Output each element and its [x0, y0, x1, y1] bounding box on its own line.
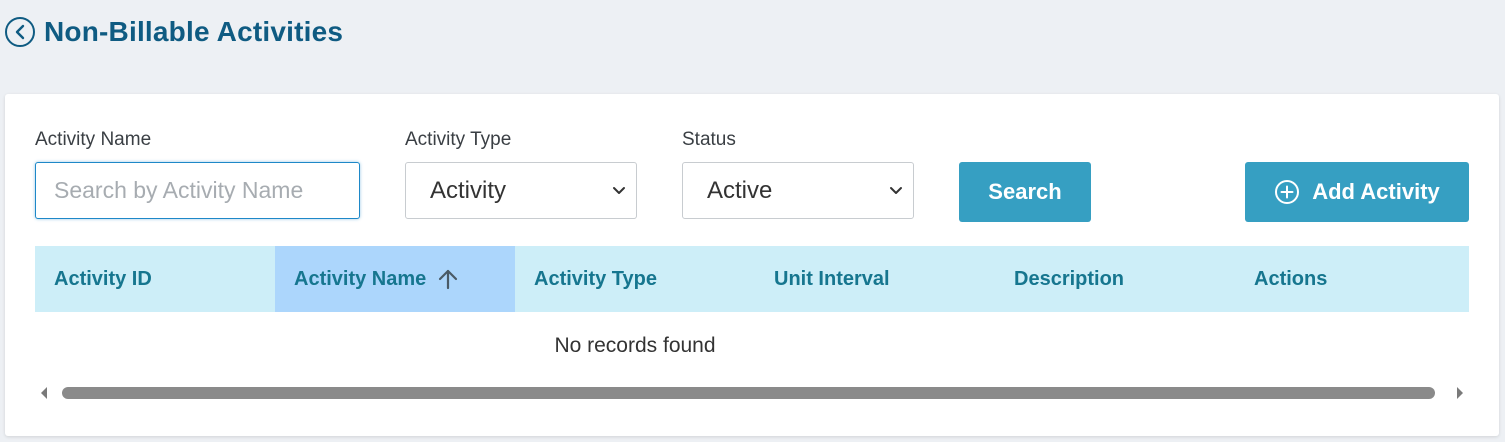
activity-type-label: Activity Type	[405, 129, 512, 150]
scroll-left-arrow-icon[interactable]	[37, 386, 51, 400]
status-selected-value: Active	[707, 176, 773, 204]
chevron-down-icon	[613, 186, 625, 194]
column-header-description[interactable]: Description	[995, 246, 1235, 312]
column-header-label: Activity Type	[534, 267, 657, 290]
activities-card: Activity Name Activity Type Activity Sta…	[5, 94, 1499, 436]
chevron-left-icon	[15, 24, 25, 40]
activity-type-select[interactable]: Activity	[405, 162, 637, 219]
chevron-down-icon	[890, 186, 902, 194]
search-button[interactable]: Search	[959, 162, 1091, 222]
empty-table-message: No records found	[554, 334, 716, 357]
column-header-label: Activity ID	[54, 267, 152, 290]
arrow-up-icon	[438, 268, 458, 290]
activity-type-selected-value: Activity	[430, 176, 507, 204]
column-header-actions[interactable]: Actions	[1235, 246, 1469, 312]
activity-name-search-input[interactable]	[35, 162, 360, 219]
status-label: Status	[682, 129, 736, 150]
horizontal-scrollbar[interactable]	[35, 382, 1469, 404]
add-activity-button-label: Add Activity	[1312, 179, 1440, 204]
column-header-activity-name[interactable]: Activity Name	[275, 246, 515, 312]
scrollbar-thumb[interactable]	[62, 387, 1435, 399]
column-header-activity-id[interactable]: Activity ID	[35, 246, 275, 312]
plus-circle-icon	[1274, 179, 1300, 205]
column-header-label: Activity Name	[294, 267, 427, 290]
add-activity-button[interactable]: Add Activity	[1245, 162, 1469, 222]
column-header-activity-type[interactable]: Activity Type	[515, 246, 755, 312]
column-header-label: Description	[1014, 267, 1125, 290]
page-header: Non-Billable Activities	[5, 14, 343, 50]
scroll-right-arrow-icon[interactable]	[1453, 386, 1467, 400]
table-header: Activity ID Activity Name Activity Type …	[35, 246, 1469, 312]
search-button-label: Search	[988, 179, 1062, 204]
status-select[interactable]: Active	[682, 162, 914, 219]
column-header-unit-interval[interactable]: Unit Interval	[755, 246, 995, 312]
column-header-label: Actions	[1254, 267, 1328, 290]
activity-name-label: Activity Name	[35, 129, 152, 150]
page-title: Non-Billable Activities	[44, 16, 344, 47]
column-header-label: Unit Interval	[774, 267, 890, 290]
back-button[interactable]	[5, 17, 35, 47]
